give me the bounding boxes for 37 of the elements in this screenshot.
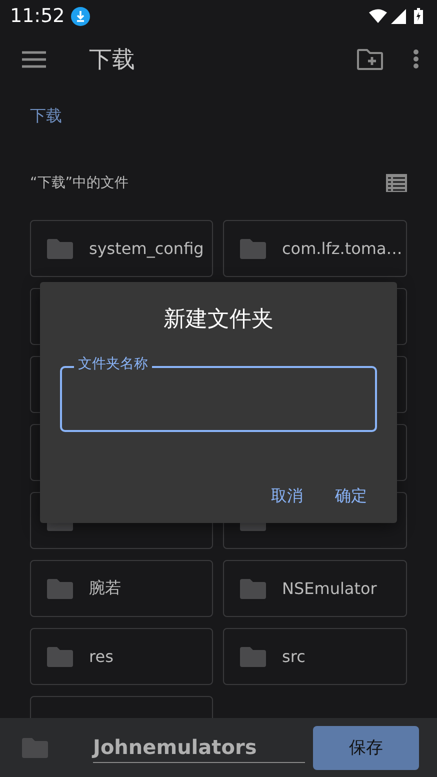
folder-card[interactable]: res bbox=[30, 628, 213, 685]
save-button[interactable]: 保存 bbox=[313, 726, 419, 770]
folder-card[interactable]: NSEmulator bbox=[223, 560, 407, 617]
folder-name: system_config bbox=[89, 239, 204, 258]
folder-icon bbox=[47, 238, 73, 260]
download-icon bbox=[70, 6, 90, 26]
folder-name: NSEmulator bbox=[282, 579, 377, 598]
dialog-title: 新建文件夹 bbox=[162, 306, 274, 334]
list-view-icon[interactable] bbox=[386, 174, 407, 192]
folder-icon bbox=[240, 646, 266, 668]
folder-icon bbox=[22, 736, 48, 758]
folder-name: src bbox=[282, 647, 306, 666]
folder-icon bbox=[240, 578, 266, 600]
app-title: 下载 bbox=[89, 46, 136, 74]
filename-field[interactable]: Johnemulators bbox=[93, 732, 305, 762]
more-button[interactable] bbox=[413, 49, 419, 69]
menu-button[interactable] bbox=[22, 50, 46, 68]
folder-card[interactable]: com.lfz.toma… bbox=[223, 220, 407, 277]
signal-icon bbox=[391, 8, 406, 24]
folder-name: res bbox=[89, 647, 114, 666]
confirm-button[interactable]: 确定 bbox=[335, 482, 367, 511]
status-time: 11:52 bbox=[10, 5, 65, 27]
folder-name: com.lfz.toma… bbox=[282, 239, 402, 258]
folder-card[interactable]: system_config bbox=[30, 220, 213, 277]
folder-card[interactable]: src bbox=[223, 628, 407, 685]
folder-icon bbox=[47, 646, 73, 668]
wifi-icon bbox=[369, 9, 387, 23]
battery-icon bbox=[414, 8, 423, 24]
folder-name: 腕若 bbox=[89, 578, 121, 599]
section-title: “下载”中的文件 bbox=[30, 174, 129, 192]
field-label: 文件夹名称 bbox=[74, 355, 152, 373]
folder-card[interactable]: 腕若 bbox=[30, 560, 213, 617]
breadcrumb[interactable]: 下载 bbox=[30, 106, 62, 125]
cancel-button[interactable]: 取消 bbox=[271, 482, 303, 511]
folder-icon bbox=[47, 578, 73, 600]
new-folder-button[interactable] bbox=[357, 48, 383, 70]
folder-icon bbox=[240, 238, 266, 260]
